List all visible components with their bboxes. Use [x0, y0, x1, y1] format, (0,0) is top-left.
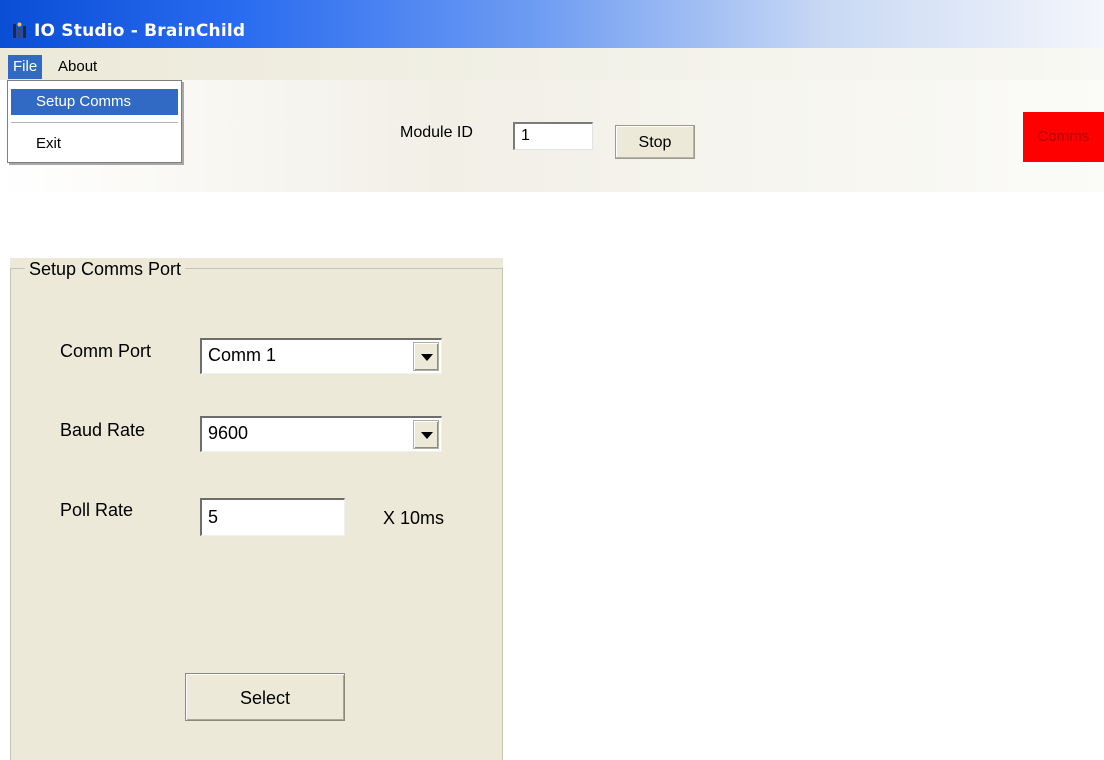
baud-rate-dropdown-button[interactable] — [413, 420, 439, 449]
file-menu-dropdown: Setup Comms Exit — [7, 80, 182, 163]
menu-about[interactable]: About — [53, 55, 102, 79]
menu-file[interactable]: File — [8, 55, 43, 79]
select-button[interactable]: Select — [185, 673, 345, 721]
comms-status-indicator: Comms — [1023, 112, 1104, 162]
baud-rate-select[interactable]: 9600 — [200, 416, 442, 452]
menu-item-exit[interactable]: Exit — [11, 131, 178, 157]
comm-port-value: Comm 1 — [208, 345, 277, 365]
comm-port-dropdown-button[interactable] — [413, 342, 439, 371]
poll-rate-input[interactable]: 5 — [200, 498, 345, 536]
baud-rate-value: 9600 — [208, 423, 249, 443]
chevron-down-icon — [421, 432, 433, 439]
window-title: IO Studio - BrainChild — [34, 21, 246, 41]
comm-port-label: Comm Port — [60, 341, 152, 361]
menu-item-setup-comms[interactable]: Setup Comms — [11, 89, 178, 115]
poll-rate-label: Poll Rate — [60, 500, 134, 520]
baud-rate-label: Baud Rate — [60, 420, 146, 440]
menu-bar — [0, 48, 1104, 80]
app-icon — [13, 22, 26, 38]
stop-button[interactable]: Stop — [615, 125, 695, 159]
setup-comms-title: Setup Comms Port — [25, 259, 186, 280]
module-id-input[interactable]: 1 — [513, 122, 593, 150]
chevron-down-icon — [421, 354, 433, 361]
title-bar: IO Studio - BrainChild — [0, 0, 1104, 48]
module-id-label: Module ID — [400, 124, 473, 141]
comm-port-select[interactable]: Comm 1 — [200, 338, 442, 374]
poll-rate-unit: X 10ms — [383, 508, 445, 528]
menu-separator — [11, 122, 178, 124]
